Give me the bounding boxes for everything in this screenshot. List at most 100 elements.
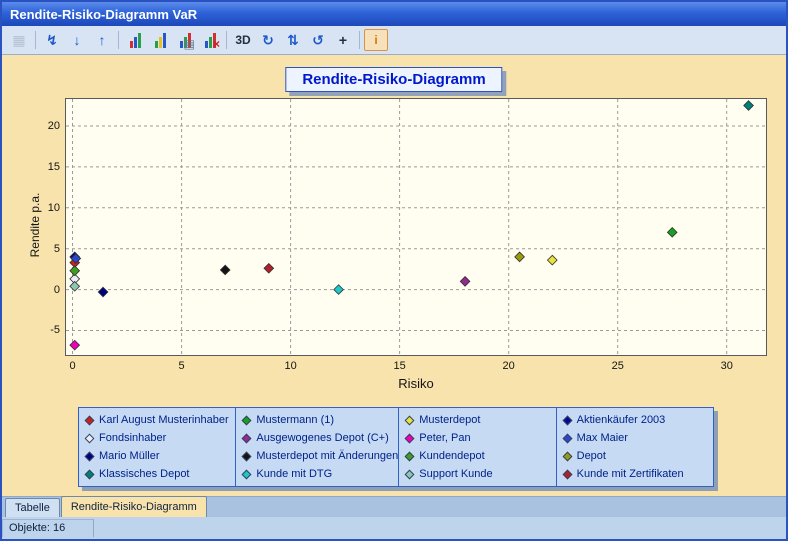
info-label: i [374, 34, 377, 46]
chart-delete-button[interactable]: × [198, 29, 222, 51]
legend-item[interactable]: Mario Müller [79, 447, 235, 465]
data-point[interactable]: Mario Müller [98, 287, 108, 297]
y-tick-label: 5 [34, 243, 60, 255]
legend-label: Musterdepot [419, 414, 480, 426]
flip-axes-button[interactable]: ⇅ [281, 29, 305, 51]
y-axis-title: Rendite p.a. [28, 165, 42, 285]
legend-item[interactable]: Support Kunde [399, 465, 555, 483]
data-point[interactable]: Peter, Pan [70, 340, 80, 350]
diamond-icon [85, 433, 95, 443]
app-window: Rendite-Risiko-Diagramm VaR ▦ ↯ ↓ ↑ ▤× 3D ↻ ⇅ ↺ +… [0, 0, 788, 541]
chart-report-button[interactable]: ▤ [173, 29, 197, 51]
data-point[interactable]: Kundendepot [70, 266, 80, 276]
add-icon: + [339, 33, 347, 47]
3d-button[interactable]: 3D [231, 29, 255, 51]
bar-chart-icon [130, 33, 141, 48]
data-point[interactable]: Klassisches Depot [744, 101, 754, 111]
x-axis-title: Risiko [316, 376, 516, 391]
diamond-icon [242, 433, 252, 443]
chart-gallery-button[interactable] [148, 29, 172, 51]
x-tick-label: 15 [394, 360, 406, 372]
legend-item[interactable]: Peter, Pan [399, 429, 555, 447]
legend-column: Karl August Musterinhaber Fondsinhaber Mar… [79, 408, 236, 486]
info-button[interactable]: i [364, 29, 388, 51]
diamond-icon [405, 469, 415, 479]
diamond-icon [85, 415, 95, 425]
toolbar-separator [226, 31, 227, 49]
legend-item[interactable]: Musterdepot [399, 411, 555, 429]
rotate-right-button[interactable]: ↻ [256, 29, 280, 51]
diamond-icon [405, 433, 415, 443]
y-tick-label: 0 [34, 284, 60, 296]
legend-item[interactable]: Mustermann (1) [236, 411, 398, 429]
plot-area[interactable]: Karl August MusterinhaberFondsinhaberMar… [65, 98, 767, 356]
object-count: Objekte: 16 [2, 519, 94, 537]
legend-column: Aktienkäufer 2003Max Maier Depot Kunde mit… [557, 408, 713, 486]
legend-item[interactable]: Aktienkäufer 2003 [557, 411, 713, 429]
flip-axes-icon: ⇅ [287, 33, 299, 47]
sort-descending-button[interactable]: ↓ [65, 29, 89, 51]
legend-label: Depot [577, 450, 606, 462]
x-tick-label: 5 [179, 360, 185, 372]
y-tick-label: 20 [34, 120, 60, 132]
legend-item[interactable]: Max Maier [557, 429, 713, 447]
data-point[interactable]: Mustermann (1) [667, 228, 677, 238]
legend-item[interactable]: Fondsinhaber [79, 429, 235, 447]
diamond-icon [562, 451, 572, 461]
legend-item[interactable]: Klassisches Depot [79, 465, 235, 483]
toolbar-separator [359, 31, 360, 49]
sort-ascending-icon: ↑ [99, 33, 106, 47]
rotate-left-icon: ↺ [312, 33, 324, 47]
tab-bar: Tabelle Rendite-Risiko-Diagramm [2, 496, 786, 517]
x-tick-label: 25 [612, 360, 624, 372]
y-tick-label: -5 [34, 324, 60, 336]
data-point[interactable]: Ausgewogenes Depot (C+) [460, 277, 470, 287]
diamond-icon [242, 451, 252, 461]
tab-tabelle[interactable]: Tabelle [5, 498, 60, 517]
chart-gallery-icon [155, 33, 166, 48]
legend-item[interactable]: Kunde mit Zertifikaten [557, 465, 713, 483]
tab-rendite-risiko-diagramm[interactable]: Rendite-Risiko-Diagramm [61, 496, 207, 517]
add-button[interactable]: + [331, 29, 355, 51]
toolbar-separator [118, 31, 119, 49]
legend-label: Kunde mit Zertifikaten [577, 468, 684, 480]
table-button: ▦ [7, 29, 31, 51]
chart-report-icon: ▤ [184, 38, 195, 50]
legend-label: Fondsinhaber [99, 432, 166, 444]
rotate-left-button[interactable]: ↺ [306, 29, 330, 51]
y-tick-label: 15 [34, 161, 60, 173]
legend-item[interactable]: Kundendepot [399, 447, 555, 465]
diamond-icon [562, 469, 572, 479]
window-title: Rendite-Risiko-Diagramm VaR [10, 7, 197, 22]
data-point[interactable]: Musterdepot mit Änderungen [220, 265, 230, 275]
legend-label: Musterdepot mit Änderungen [256, 450, 398, 462]
legend-item[interactable]: Kunde mit DTG [236, 465, 398, 483]
legend-label: Support Kunde [419, 468, 492, 480]
table-icon: ▦ [12, 33, 25, 47]
diamond-icon [405, 415, 415, 425]
rotate-right-icon: ↻ [262, 33, 274, 47]
bar-chart-button[interactable] [123, 29, 147, 51]
legend-item[interactable]: Musterdepot mit Änderungen [236, 447, 398, 465]
data-point[interactable]: Depot [515, 252, 525, 262]
legend-column: Musterdepot Peter, Pan Kundendepot Support … [399, 408, 556, 486]
diamond-icon [562, 415, 572, 425]
chart-panel: Rendite-Risiko-Diagramm Karl August Must… [2, 55, 786, 496]
y-tick-label: 10 [34, 202, 60, 214]
data-point[interactable]: Kunde mit Zertifikaten [264, 264, 274, 274]
data-point[interactable]: Musterdepot [547, 255, 557, 265]
legend-item[interactable]: Karl August Musterinhaber [79, 411, 235, 429]
legend-label: Karl August Musterinhaber [99, 414, 229, 426]
diamond-icon [562, 433, 572, 443]
legend-item[interactable]: Depot [557, 447, 713, 465]
legend-label: Klassisches Depot [99, 468, 190, 480]
legend-item[interactable]: Ausgewogenes Depot (C+) [236, 429, 398, 447]
data-point[interactable]: Kunde mit DTG [334, 285, 344, 295]
sort-descending-icon: ↓ [74, 33, 81, 47]
toolbar: ▦ ↯ ↓ ↑ ▤× 3D ↻ ⇅ ↺ + i [2, 26, 786, 55]
legend-column: Mustermann (1) Ausgewogenes Depot (C+) Mus… [236, 408, 399, 486]
lightning-button[interactable]: ↯ [40, 29, 64, 51]
legend-label: Ausgewogenes Depot (C+) [256, 432, 388, 444]
legend-label: Kundendepot [419, 450, 484, 462]
sort-ascending-button[interactable]: ↑ [90, 29, 114, 51]
